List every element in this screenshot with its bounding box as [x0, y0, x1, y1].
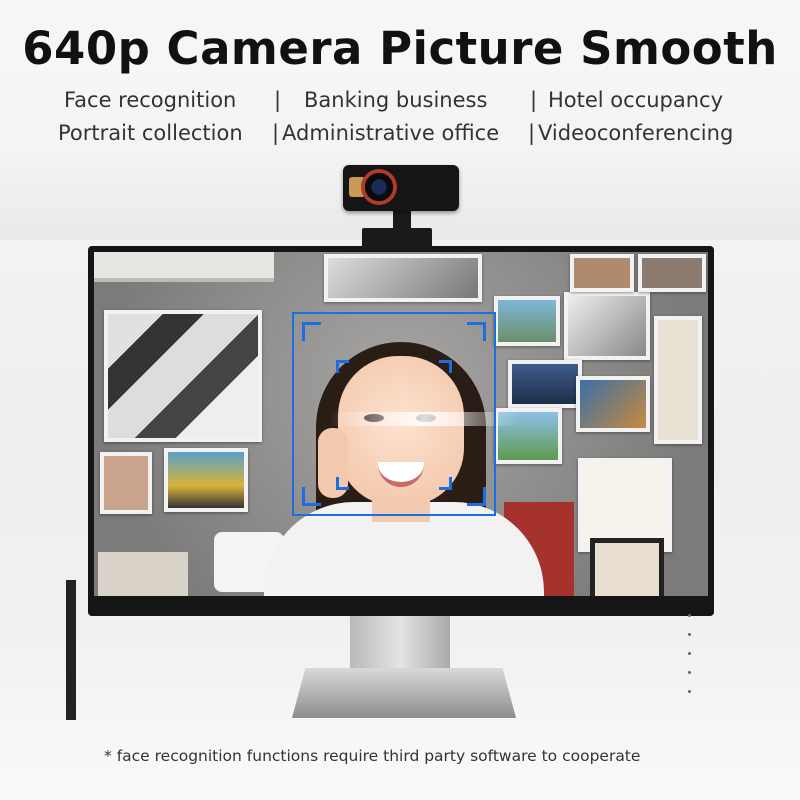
detection-corner — [302, 322, 321, 341]
pinned-photo — [324, 254, 482, 302]
footnote-text: face recognition functions require third… — [116, 747, 641, 765]
photo-frame — [590, 538, 664, 596]
pinned-photo — [576, 376, 650, 432]
webcam-lens-icon — [361, 169, 397, 205]
use-case-label: Banking business — [304, 88, 488, 112]
headline: 640p Camera Picture Smooth — [22, 22, 778, 75]
bookshelf — [94, 252, 274, 282]
separator: | — [528, 121, 536, 145]
use-case-label: Hotel occupancy — [548, 88, 724, 112]
background-object — [66, 580, 76, 720]
separator: | — [274, 88, 282, 112]
pinned-photo — [564, 292, 650, 360]
detection-corner — [467, 487, 486, 506]
footnote: * face recognition functions require thi… — [104, 747, 640, 765]
face-target-corner — [336, 477, 349, 490]
pinned-photo — [638, 254, 706, 292]
monitor-buttons — [688, 602, 714, 697]
pinned-photo — [100, 452, 152, 514]
use-case-label: Portrait collection — [58, 121, 243, 145]
monitor-screen — [94, 252, 708, 596]
pinned-photo — [164, 448, 248, 512]
footnote-marker: * — [104, 747, 112, 765]
separator: | — [272, 121, 280, 145]
webcam-clip — [362, 228, 432, 250]
face-target-corner — [336, 360, 349, 373]
use-case-label: Videoconferencing — [538, 121, 734, 145]
use-case-label: Face recognition — [64, 88, 237, 112]
pinned-photo — [494, 296, 560, 346]
detection-corner — [302, 487, 321, 506]
monitor-button-dot[interactable] — [688, 633, 691, 636]
face-target-corner — [439, 360, 452, 373]
monitor-button-dot[interactable] — [688, 671, 691, 674]
monitor-button-dot[interactable] — [688, 614, 691, 617]
pinned-photo — [508, 360, 582, 408]
detection-corner — [467, 322, 486, 341]
desk-object — [98, 552, 188, 596]
monitor — [88, 246, 714, 693]
pinned-note — [654, 316, 702, 444]
face-target-corner — [439, 477, 452, 490]
face-detection-box — [292, 312, 496, 516]
webcam — [343, 165, 459, 211]
monitor-button-dot[interactable] — [688, 652, 691, 655]
power-button-dot[interactable] — [688, 690, 691, 693]
monitor-base — [292, 668, 516, 718]
pinned-photo — [104, 310, 262, 442]
pinned-photo — [570, 254, 634, 292]
separator: | — [530, 88, 538, 112]
use-case-label: Administrative office — [282, 121, 500, 145]
